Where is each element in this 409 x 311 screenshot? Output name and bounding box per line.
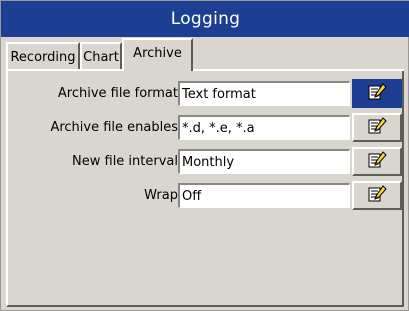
setting-row-new-file-interval: New file interval Monthly — [8, 147, 402, 176]
archive-file-enables-field[interactable]: *.d, *.e, *.a — [178, 115, 350, 140]
tab-archive[interactable]: Archive — [122, 38, 193, 71]
archive-settings-panel: Archive file format Text format Archive … — [6, 71, 404, 307]
new-file-interval-field[interactable]: Monthly — [178, 149, 350, 174]
archive-file-format-field[interactable]: Text format — [178, 81, 350, 106]
logging-window: Logging Recording Chart Archive Archive … — [0, 0, 409, 311]
setting-row-archive-file-enables: Archive file enables *.d, *.e, *.a — [8, 113, 402, 142]
new-file-interval-edit-button[interactable] — [352, 147, 402, 176]
wrap-edit-button[interactable] — [352, 181, 402, 210]
new-file-interval-label: New file interval — [72, 153, 178, 169]
edit-icon — [367, 150, 387, 174]
wrap-label: Wrap — [144, 187, 178, 203]
edit-icon — [367, 116, 387, 140]
archive-file-format-edit-button[interactable] — [352, 79, 402, 108]
window-title: Logging — [1, 1, 409, 37]
wrap-field[interactable]: Off — [178, 183, 350, 208]
tab-recording[interactable]: Recording — [6, 42, 80, 70]
setting-row-archive-file-format: Archive file format Text format — [8, 79, 402, 108]
edit-icon — [367, 184, 387, 208]
tab-bar: Recording Chart Archive — [1, 37, 409, 71]
archive-file-enables-edit-button[interactable] — [352, 113, 402, 142]
edit-icon — [367, 82, 387, 106]
tab-chart[interactable]: Chart — [80, 42, 122, 70]
archive-file-format-label: Archive file format — [57, 85, 178, 101]
archive-file-enables-label: Archive file enables — [50, 119, 178, 135]
setting-row-wrap: Wrap Off — [8, 181, 402, 210]
